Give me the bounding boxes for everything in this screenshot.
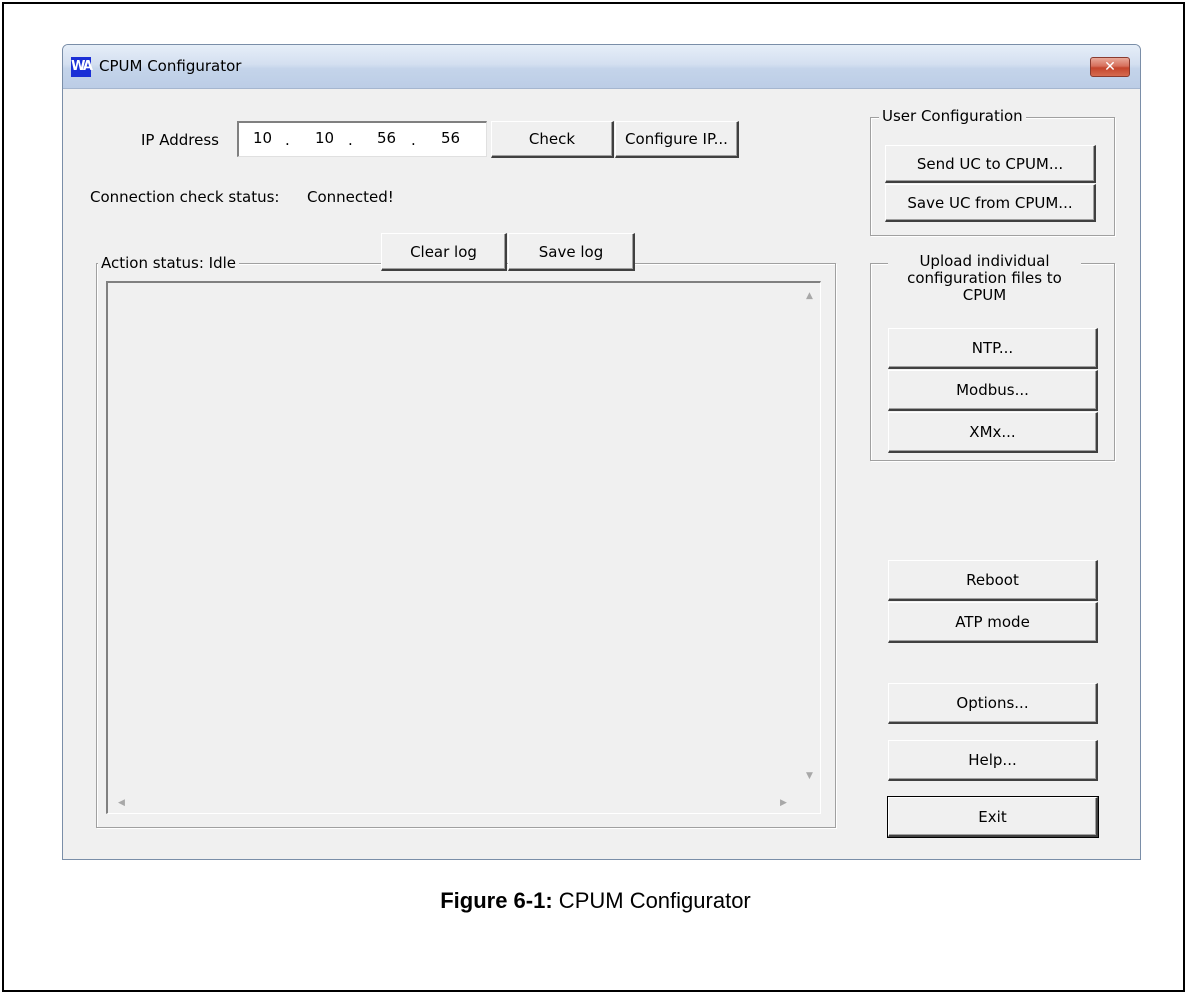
user-configuration-title: User Configuration: [879, 107, 1026, 125]
title-bar: WA CPUM Configurator ✕: [63, 45, 1140, 89]
scroll-up-icon[interactable]: ▲: [806, 291, 813, 301]
exit-button[interactable]: Exit: [887, 796, 1099, 838]
ip-address-field[interactable]: 10 . 10 . 56 . 56: [237, 121, 487, 157]
scroll-left-icon[interactable]: ◀: [118, 798, 125, 808]
log-horizontal-scrollbar[interactable]: ◀ ▶: [108, 793, 800, 813]
ip-separator: .: [348, 131, 353, 149]
send-uc-button[interactable]: Send UC to CPUM...: [885, 145, 1096, 183]
upload-title-line: Upload individual: [919, 252, 1050, 270]
ip-address-label: IP Address: [141, 131, 219, 149]
help-button[interactable]: Help...: [888, 740, 1098, 781]
ip-octet-1[interactable]: 10: [253, 129, 272, 147]
action-status-label: Action status:: [101, 254, 204, 272]
xmx-button[interactable]: XMx...: [888, 412, 1098, 453]
atp-mode-button[interactable]: ATP mode: [888, 602, 1098, 643]
action-status-value: Idle: [208, 254, 237, 272]
ip-separator: .: [411, 131, 416, 149]
figure-caption: Figure 6-1: CPUM Configurator: [0, 888, 1191, 914]
connection-status-value: Connected!: [307, 188, 394, 206]
check-button[interactable]: Check: [491, 121, 614, 158]
upload-title-line: CPUM: [962, 286, 1007, 304]
clear-log-button[interactable]: Clear log: [381, 233, 507, 271]
window-title: CPUM Configurator: [99, 57, 242, 75]
save-uc-button[interactable]: Save UC from CPUM...: [885, 184, 1096, 222]
reboot-button[interactable]: Reboot: [888, 560, 1098, 601]
close-button[interactable]: ✕: [1090, 57, 1130, 77]
ip-separator: .: [285, 131, 290, 149]
ip-octet-4[interactable]: 56: [441, 129, 460, 147]
action-status-title: Action status: Idle: [98, 254, 240, 272]
save-log-button[interactable]: Save log: [508, 233, 635, 271]
figure-number: Figure 6-1:: [440, 888, 553, 913]
modbus-button[interactable]: Modbus...: [888, 370, 1098, 411]
log-vertical-scrollbar[interactable]: ▲ ▼: [800, 283, 820, 793]
ip-octet-3[interactable]: 56: [377, 129, 396, 147]
upload-title-line: configuration files to: [907, 269, 1062, 287]
upload-files-title: Upload individual configuration files to…: [888, 253, 1081, 304]
connection-status-label: Connection check status:: [90, 188, 280, 206]
app-logo-icon: WA: [71, 57, 93, 77]
configure-ip-button[interactable]: Configure IP...: [615, 121, 739, 158]
app-window: WA CPUM Configurator ✕ IP Address 10 . 1…: [62, 44, 1141, 860]
log-textarea[interactable]: ▲ ▼ ◀ ▶: [106, 281, 821, 814]
options-button[interactable]: Options...: [888, 683, 1098, 724]
scroll-down-icon[interactable]: ▼: [806, 771, 813, 781]
ntp-button[interactable]: NTP...: [888, 328, 1098, 369]
scroll-right-icon[interactable]: ▶: [780, 798, 787, 808]
figure-caption-text: CPUM Configurator: [552, 888, 751, 913]
ip-octet-2[interactable]: 10: [315, 129, 334, 147]
